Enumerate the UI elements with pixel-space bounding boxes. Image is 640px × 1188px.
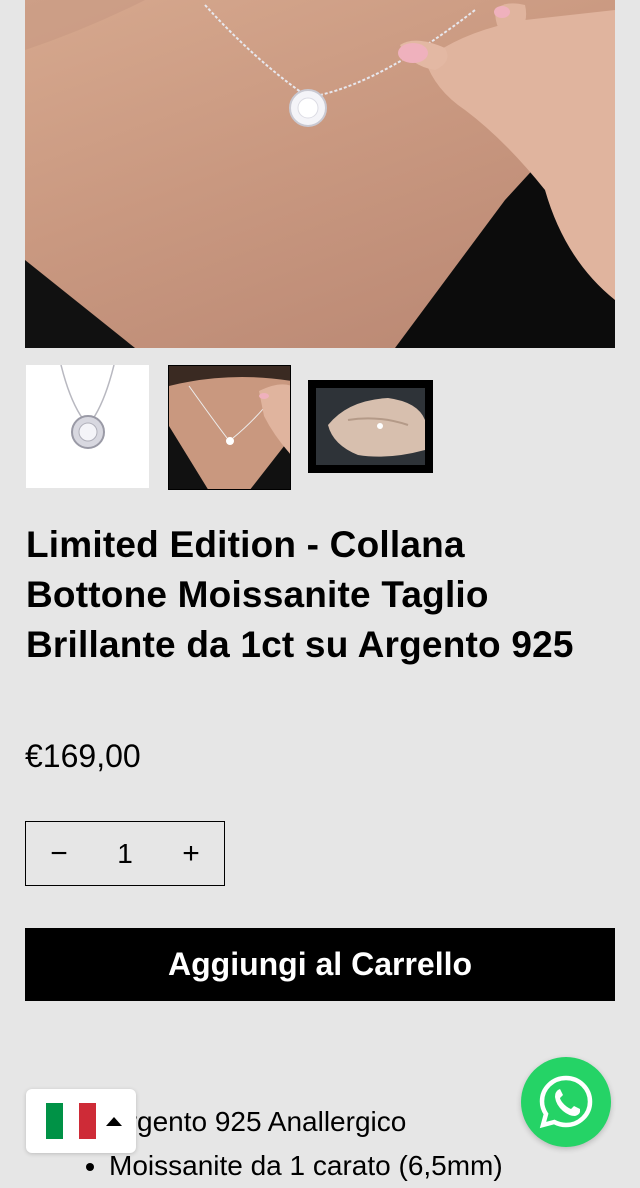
product-main-image[interactable] — [25, 0, 615, 348]
feature-item: Argento 925 Anallergico — [109, 1100, 503, 1144]
thumbnail-product-white[interactable] — [26, 365, 149, 488]
product-price: €169,00 — [25, 738, 141, 774]
language-switcher[interactable] — [26, 1089, 136, 1153]
thumbnail-on-model[interactable] — [168, 365, 291, 490]
caret-up-icon — [106, 1116, 122, 1126]
product-features-list: Argento 925 Anallergico Moissanite da 1 … — [85, 1100, 503, 1188]
product-title: Limited Edition - Collana Bottone Moissa… — [26, 524, 574, 665]
decrease-quantity-button[interactable]: − — [26, 822, 92, 885]
whatsapp-icon — [539, 1075, 593, 1129]
increase-quantity-button[interactable]: + — [158, 822, 224, 885]
whatsapp-chat-button[interactable] — [521, 1057, 611, 1147]
quantity-input[interactable] — [92, 836, 158, 871]
add-to-cart-button[interactable]: Aggiungi al Carrello — [25, 928, 615, 1001]
quantity-stepper: − + — [25, 821, 225, 886]
feature-item: Moissanite da 1 carato (6,5mm) — [109, 1144, 503, 1188]
italy-flag-icon — [46, 1103, 97, 1139]
thumbnail-video[interactable] — [308, 380, 433, 473]
